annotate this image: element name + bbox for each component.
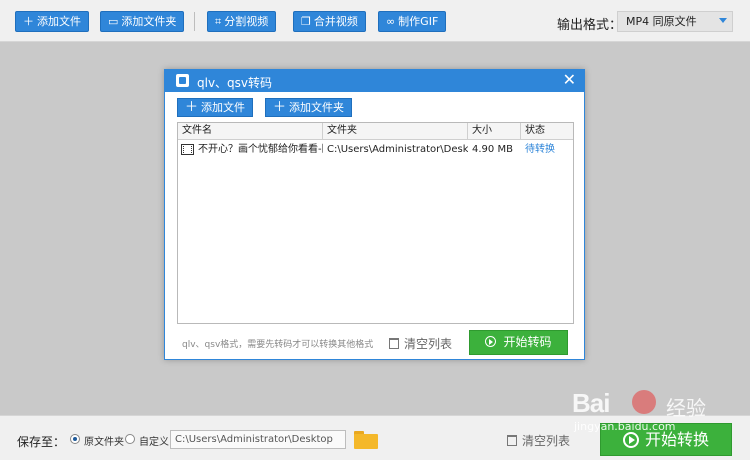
- dialog-title: qlv、qsv转码: [197, 76, 273, 90]
- file-list-header: 文件名 文件夹 大小 状态: [178, 123, 573, 140]
- add-folder-button[interactable]: ▭ 添加文件夹: [100, 11, 185, 32]
- radio-source-folder-label: 原文件夹: [84, 437, 124, 448]
- toolbar-divider: [194, 12, 195, 31]
- make-gif-button[interactable]: ∞ 制作GIF: [378, 11, 447, 32]
- clear-list-button[interactable]: 清空列表: [507, 432, 570, 449]
- plus-icon: ＋: [23, 15, 34, 28]
- dialog-clear-list-button[interactable]: 清空列表: [389, 335, 452, 352]
- clear-list-label: 清空列表: [522, 434, 571, 448]
- transcode-dialog: qlv、qsv转码 ✕ ＋添加文件 ＋添加文件夹 文件名 文件夹 大小 状态 不…: [164, 69, 585, 360]
- table-row[interactable]: 不开心？画个忧郁给你看看-国 C:\Users\Administrator\De…: [178, 142, 573, 158]
- watermark-brand: 经验: [666, 396, 706, 420]
- dialog-add-folder-label: 添加文件夹: [289, 101, 345, 114]
- video-file-icon: [181, 144, 194, 155]
- folder-icon: ▭: [108, 15, 119, 28]
- link-icon: ∞: [386, 15, 396, 28]
- split-video-button[interactable]: ⌗ 分割视频: [207, 11, 277, 32]
- column-header-folder[interactable]: 文件夹: [323, 123, 468, 140]
- file-status-cell[interactable]: 待转换: [521, 142, 573, 158]
- radio-custom[interactable]: [125, 434, 135, 444]
- start-transcode-button[interactable]: 开始转码: [469, 330, 568, 355]
- add-folder-label: 添加文件夹: [121, 15, 177, 28]
- paw-icon: [632, 390, 656, 414]
- watermark-logo: Bai: [572, 388, 610, 418]
- file-name-cell: 不开心？画个忧郁给你看看-国: [198, 144, 323, 155]
- save-path-input[interactable]: [170, 430, 346, 449]
- add-file-label: 添加文件: [37, 15, 81, 28]
- output-format-label: 输出格式：: [557, 18, 623, 33]
- file-size-cell: 4.90 MB: [472, 144, 513, 155]
- start-transcode-label: 开始转码: [503, 335, 552, 349]
- play-circle-icon: [485, 336, 497, 347]
- top-toolbar: ＋添加文件 ▭ 添加文件夹 ⌗ 分割视频 ❐ 合并视频 ∞ 制作GIF 输出格式： MP…: [0, 0, 750, 42]
- dropdown-arrow-icon: [719, 18, 727, 23]
- baidu-watermark: Bai 经验 jingyan.baidu.com: [572, 388, 742, 434]
- merge-video-label: 合并视频: [313, 15, 358, 28]
- column-header-name[interactable]: 文件名: [178, 123, 323, 140]
- column-header-size[interactable]: 大小: [468, 123, 521, 140]
- format-hint: qlv、qsv格式，需要先转码才可以转换其他格式: [182, 340, 374, 350]
- plus-icon: ＋: [185, 100, 199, 115]
- play-circle-icon: [622, 432, 639, 448]
- close-icon[interactable]: ✕: [563, 71, 576, 89]
- dialog-add-folder-button[interactable]: ＋添加文件夹: [265, 98, 353, 117]
- split-video-label: 分割视频: [224, 15, 269, 28]
- dialog-add-file-button[interactable]: ＋添加文件: [177, 98, 254, 117]
- dialog-title-bar: qlv、qsv转码 ✕: [165, 70, 584, 92]
- dialog-clear-list-label: 清空列表: [404, 337, 453, 351]
- crop-icon: ⌗: [215, 15, 222, 28]
- trash-icon: [389, 338, 399, 349]
- merge-icon: ❐: [301, 15, 311, 28]
- watermark-url: jingyan.baidu.com: [574, 420, 676, 433]
- dialog-add-file-label: 添加文件: [201, 101, 246, 114]
- column-header-status[interactable]: 状态: [521, 123, 573, 140]
- radio-custom-label: 自定义: [139, 437, 169, 448]
- output-format-value: MP4 同原文件: [626, 15, 697, 28]
- make-gif-label: 制作GIF: [398, 15, 439, 28]
- plus-icon: ＋: [273, 100, 287, 115]
- add-file-button[interactable]: ＋添加文件: [15, 11, 89, 32]
- file-folder-cell: C:\Users\Administrator\Desktop: [327, 144, 468, 155]
- trash-icon: [507, 435, 517, 446]
- app-icon: [176, 74, 189, 87]
- output-format-select[interactable]: MP4 同原文件: [617, 11, 733, 32]
- file-list[interactable]: 文件名 文件夹 大小 状态 不开心？画个忧郁给你看看-国 C:\Users\Ad…: [177, 122, 574, 324]
- save-to-label: 保存至：: [17, 435, 66, 449]
- merge-video-button[interactable]: ❐ 合并视频: [293, 11, 366, 32]
- radio-source-folder[interactable]: [70, 434, 80, 444]
- browse-folder-icon[interactable]: [354, 431, 378, 449]
